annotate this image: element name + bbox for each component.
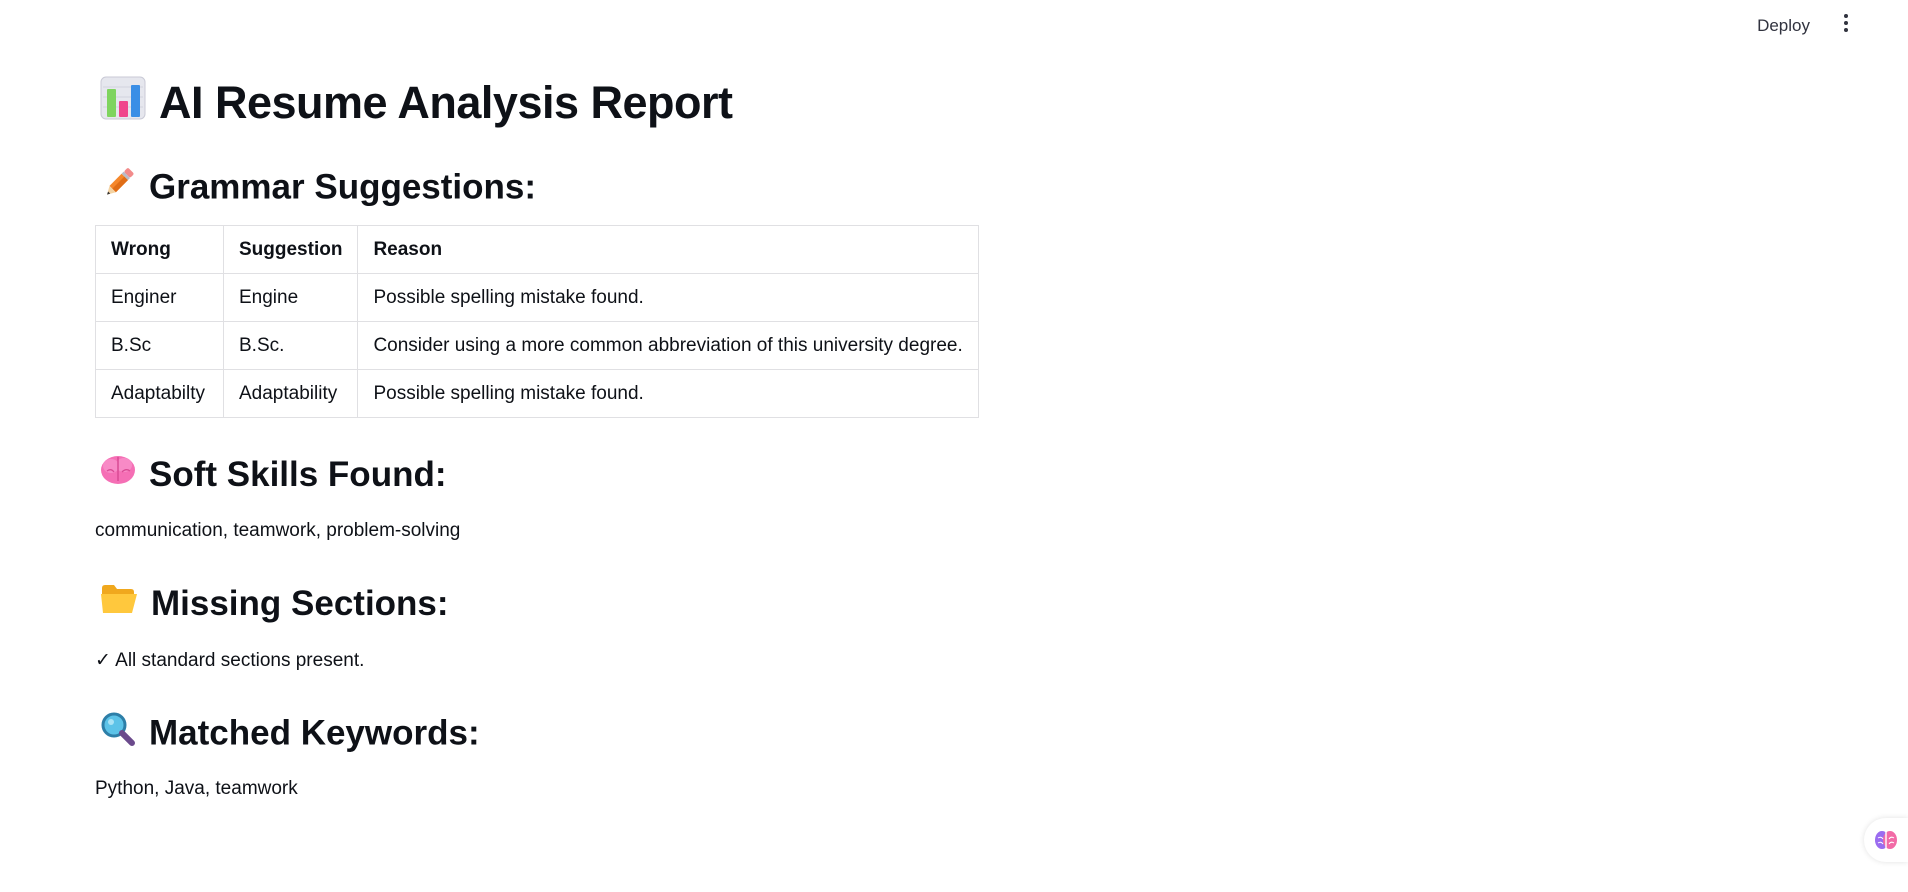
pencil-icon (99, 164, 137, 211)
open-folder-icon (99, 582, 139, 625)
cell-suggestion: Engine (222, 273, 359, 322)
grammar-heading: Grammar Suggestions: (99, 164, 536, 211)
table-header-row: Wrong Suggestion Reason (95, 225, 979, 274)
grammar-table: Wrong Suggestion Reason Enginer Engine P… (95, 225, 979, 418)
bar-chart-icon (99, 75, 147, 132)
cell-reason: Possible spelling mistake found. (357, 369, 979, 418)
cell-suggestion: B.Sc. (222, 321, 359, 370)
cell-wrong: Adaptabilty (95, 369, 224, 418)
soft-skills-text: communication, teamwork, problem-solving (95, 520, 461, 541)
keywords-text: Python, Java, teamwork (95, 778, 298, 799)
top-bar: Deploy (0, 0, 1908, 48)
table-row: Enginer Engine Possible spelling mistake… (95, 273, 979, 322)
cell-reason: Possible spelling mistake found. (357, 273, 979, 322)
missing-sections-heading-text: Missing Sections: (151, 583, 449, 623)
cell-reason: Consider using a more common abbreviatio… (357, 321, 979, 370)
floating-assistant-button[interactable] (1864, 818, 1908, 862)
cell-wrong: B.Sc (95, 321, 224, 370)
column-header-wrong: Wrong (95, 225, 224, 274)
brain-icon (99, 453, 137, 496)
column-header-reason: Reason (357, 225, 979, 274)
column-header-suggestion: Suggestion (222, 225, 359, 274)
page-title: AI Resume Analysis Report (99, 74, 733, 132)
keywords-heading: Matched Keywords: (99, 711, 480, 756)
soft-skills-heading-text: Soft Skills Found: (149, 454, 447, 494)
brain-icon (1874, 829, 1898, 856)
keywords-heading-text: Matched Keywords: (149, 713, 480, 753)
cell-suggestion: Adaptability (222, 369, 359, 418)
missing-sections-text: ✓ All standard sections present. (95, 650, 365, 671)
magnifier-icon (99, 711, 137, 756)
soft-skills-heading: Soft Skills Found: (99, 453, 446, 496)
kebab-menu-icon[interactable] (1836, 14, 1856, 34)
table-row: Adaptabilty Adaptability Possible spelli… (95, 369, 979, 418)
cell-wrong: Enginer (95, 273, 224, 322)
missing-sections-heading: Missing Sections: (99, 582, 449, 625)
deploy-button[interactable]: Deploy (1751, 12, 1816, 40)
page-title-text: AI Resume Analysis Report (159, 77, 733, 129)
grammar-heading-text: Grammar Suggestions: (149, 167, 537, 207)
table-row: B.Sc B.Sc. Consider using a more common … (95, 321, 979, 370)
